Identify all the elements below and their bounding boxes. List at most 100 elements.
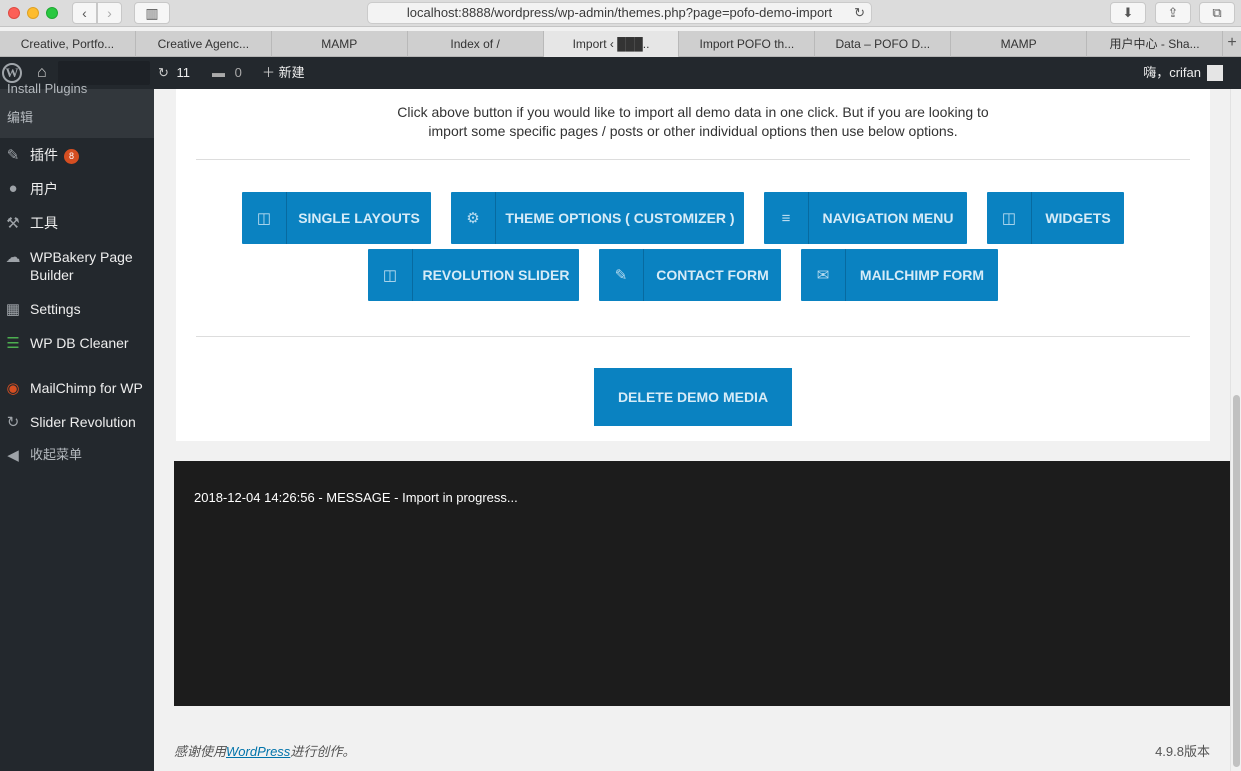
divider: [196, 336, 1190, 337]
user-account-menu[interactable]: 嗨，crifan: [1143, 57, 1223, 89]
button-label: WIDGETS: [1045, 210, 1111, 226]
comment-icon: ▬: [212, 65, 225, 80]
browser-tab[interactable]: Index of /: [408, 31, 544, 57]
envelope-icon: ✉: [801, 249, 846, 301]
address-bar[interactable]: localhost:8888/wordpress/wp-admin/themes…: [367, 2, 872, 24]
sidebar-item-label: WP DB Cleaner: [30, 335, 129, 351]
browser-tab[interactable]: MAMP: [951, 31, 1088, 57]
submenu-item-edit[interactable]: 编辑: [7, 107, 33, 126]
new-tab-button[interactable]: +: [1223, 31, 1241, 56]
single-layouts-button[interactable]: ◫ SINGLE LAYOUTS: [242, 192, 431, 244]
download-button[interactable]: ⬇: [1110, 2, 1146, 24]
plus-icon: ＋: [262, 65, 276, 80]
tab-bar: Creative, Portfo... Creative Agenc... MA…: [0, 31, 1241, 57]
widgets-button[interactable]: ◫ WIDGETS: [987, 192, 1124, 244]
cloud-icon: ☁: [5, 249, 21, 266]
comments-link[interactable]: ▬ 0: [212, 57, 242, 89]
page-scrollbar[interactable]: [1230, 89, 1241, 771]
share-icon: ⇪: [1167, 5, 1179, 20]
browser-tab[interactable]: Import POFO th...: [679, 31, 816, 57]
contact-form-button[interactable]: ✎ CONTACT FORM: [599, 249, 781, 301]
show-tabs-button[interactable]: ⧉: [1199, 2, 1235, 24]
updates-count: 11: [176, 65, 191, 80]
footer-thanks-prefix: 感谢使用: [174, 744, 227, 759]
button-label: THEME OPTIONS ( CUSTOMIZER ): [505, 210, 735, 226]
settings-icon: ▦: [5, 301, 21, 318]
sidebar-item-label: Settings: [30, 301, 81, 317]
button-label: SINGLE LAYOUTS: [298, 210, 420, 226]
wrench-icon: ⚒: [6, 215, 20, 232]
updates-icon: ↻: [158, 65, 169, 80]
footer-version: 4.9.8版本: [1155, 744, 1210, 759]
sidebar-item-label: WPBakery Page Builder: [30, 249, 133, 283]
sidebar-item-label: 工具: [30, 215, 58, 231]
sidebar-item-label: MailChimp for WP: [30, 380, 143, 396]
url-text: localhost:8888/wordpress/wp-admin/themes…: [406, 5, 833, 20]
plugins-submenu: Install Plugins 编辑: [0, 81, 154, 138]
user-icon: ●: [8, 180, 18, 197]
menu-icon: ≡: [764, 192, 809, 244]
maximize-window-button[interactable]: [46, 7, 58, 19]
sidebar-toggle-button[interactable]: ▥: [134, 2, 170, 24]
submenu-item-install-plugins[interactable]: Install Plugins: [7, 81, 87, 96]
tabs-icon: ⧉: [1212, 5, 1222, 20]
browser-tab[interactable]: 用户中心 - Sha...: [1087, 31, 1224, 57]
browser-toolbar: ‹ › ▥ localhost:8888/wordpress/wp-admin/…: [0, 0, 1241, 27]
divider: [196, 159, 1190, 160]
browser-tab[interactable]: Creative, Portfo...: [0, 31, 136, 57]
theme-options-button[interactable]: ⚙ THEME OPTIONS ( CUSTOMIZER ): [451, 192, 744, 244]
scrollbar-thumb[interactable]: [1233, 395, 1240, 767]
intro-text: Click above button if you would like to …: [397, 104, 989, 139]
collapse-icon: ◀: [7, 447, 19, 464]
button-label: NAVIGATION MENU: [822, 210, 954, 226]
browser-tab[interactable]: Data – POFO D...: [815, 31, 952, 57]
button-label: CONTACT FORM: [656, 267, 769, 283]
import-log-console: 2018-12-04 14:26:56 - MESSAGE - Import i…: [174, 461, 1230, 706]
reload-icon[interactable]: ↻: [854, 3, 865, 23]
sidebar-item-label: 用户: [30, 181, 58, 197]
share-button[interactable]: ⇪: [1155, 2, 1191, 24]
back-button[interactable]: ‹: [72, 2, 97, 24]
sidebar-item-label: 收起菜单: [30, 447, 83, 462]
sidebar-item-label: 插件: [30, 147, 58, 163]
minimize-window-button[interactable]: [27, 7, 39, 19]
database-icon: ☰: [6, 335, 20, 352]
comments-count: 0: [234, 65, 242, 80]
sidebar-item-wpbakery[interactable]: ☁ WPBakery Page Builder: [0, 248, 154, 284]
new-label: 新建: [278, 65, 305, 80]
updates-link[interactable]: ↻ 11: [158, 57, 190, 89]
close-window-button[interactable]: [8, 7, 20, 19]
forward-button[interactable]: ›: [97, 2, 122, 24]
wordpress-logo-icon[interactable]: W: [2, 63, 22, 83]
navigation-menu-button[interactable]: ≡ NAVIGATION MENU: [764, 192, 967, 244]
gear-icon: ⚙: [451, 192, 496, 244]
mailchimp-icon: ◉: [6, 380, 20, 397]
edit-icon: ✎: [599, 249, 644, 301]
layout-icon: ◫: [242, 192, 287, 244]
browser-tab-active[interactable]: Import ‹ ███..: [543, 31, 680, 57]
button-label: MAILCHIMP FORM: [859, 267, 985, 283]
button-label: REVOLUTION SLIDER: [422, 267, 570, 283]
new-content-link[interactable]: ＋ 新建: [262, 57, 305, 89]
revolution-slider-button[interactable]: ◫ REVOLUTION SLIDER: [368, 249, 579, 301]
howdy-text: 嗨，crifan: [1143, 65, 1201, 80]
demo-import-panel: Click above button if you would like to …: [176, 89, 1210, 441]
refresh-icon: ↻: [6, 414, 20, 431]
wp-admin-bar: W ⌂ ↻ 11 ▬ 0 ＋ 新建 嗨，crifan: [0, 57, 1241, 89]
admin-sidebar: Install Plugins 编辑 ✎ 插件 8 ● 用户 ⚒ 工具 ☁ WPB…: [0, 81, 154, 771]
plugin-icon: ✎: [6, 147, 20, 164]
mailchimp-form-button[interactable]: ✉ MAILCHIMP FORM: [801, 249, 998, 301]
console-message: 2018-12-04 14:26:56 - MESSAGE - Import i…: [194, 490, 518, 505]
avatar: [1207, 64, 1223, 81]
footer-thanks-suffix: 进行创作。: [290, 744, 356, 759]
download-icon: ⬇: [1122, 5, 1134, 20]
sidebar-item-label: Slider Revolution: [30, 414, 136, 430]
layout-icon: ◫: [368, 249, 413, 301]
wordpress-link[interactable]: WordPress: [226, 744, 290, 759]
delete-demo-media-button[interactable]: DELETE DEMO MEDIA: [594, 368, 792, 426]
footer-thanks: 感谢使用WordPress进行创作。: [174, 741, 355, 760]
browser-tab[interactable]: MAMP: [272, 31, 408, 57]
main-content: Click above button if you would like to …: [154, 89, 1241, 771]
browser-tab[interactable]: Creative Agenc...: [136, 31, 272, 57]
update-count-badge: 8: [64, 149, 79, 164]
